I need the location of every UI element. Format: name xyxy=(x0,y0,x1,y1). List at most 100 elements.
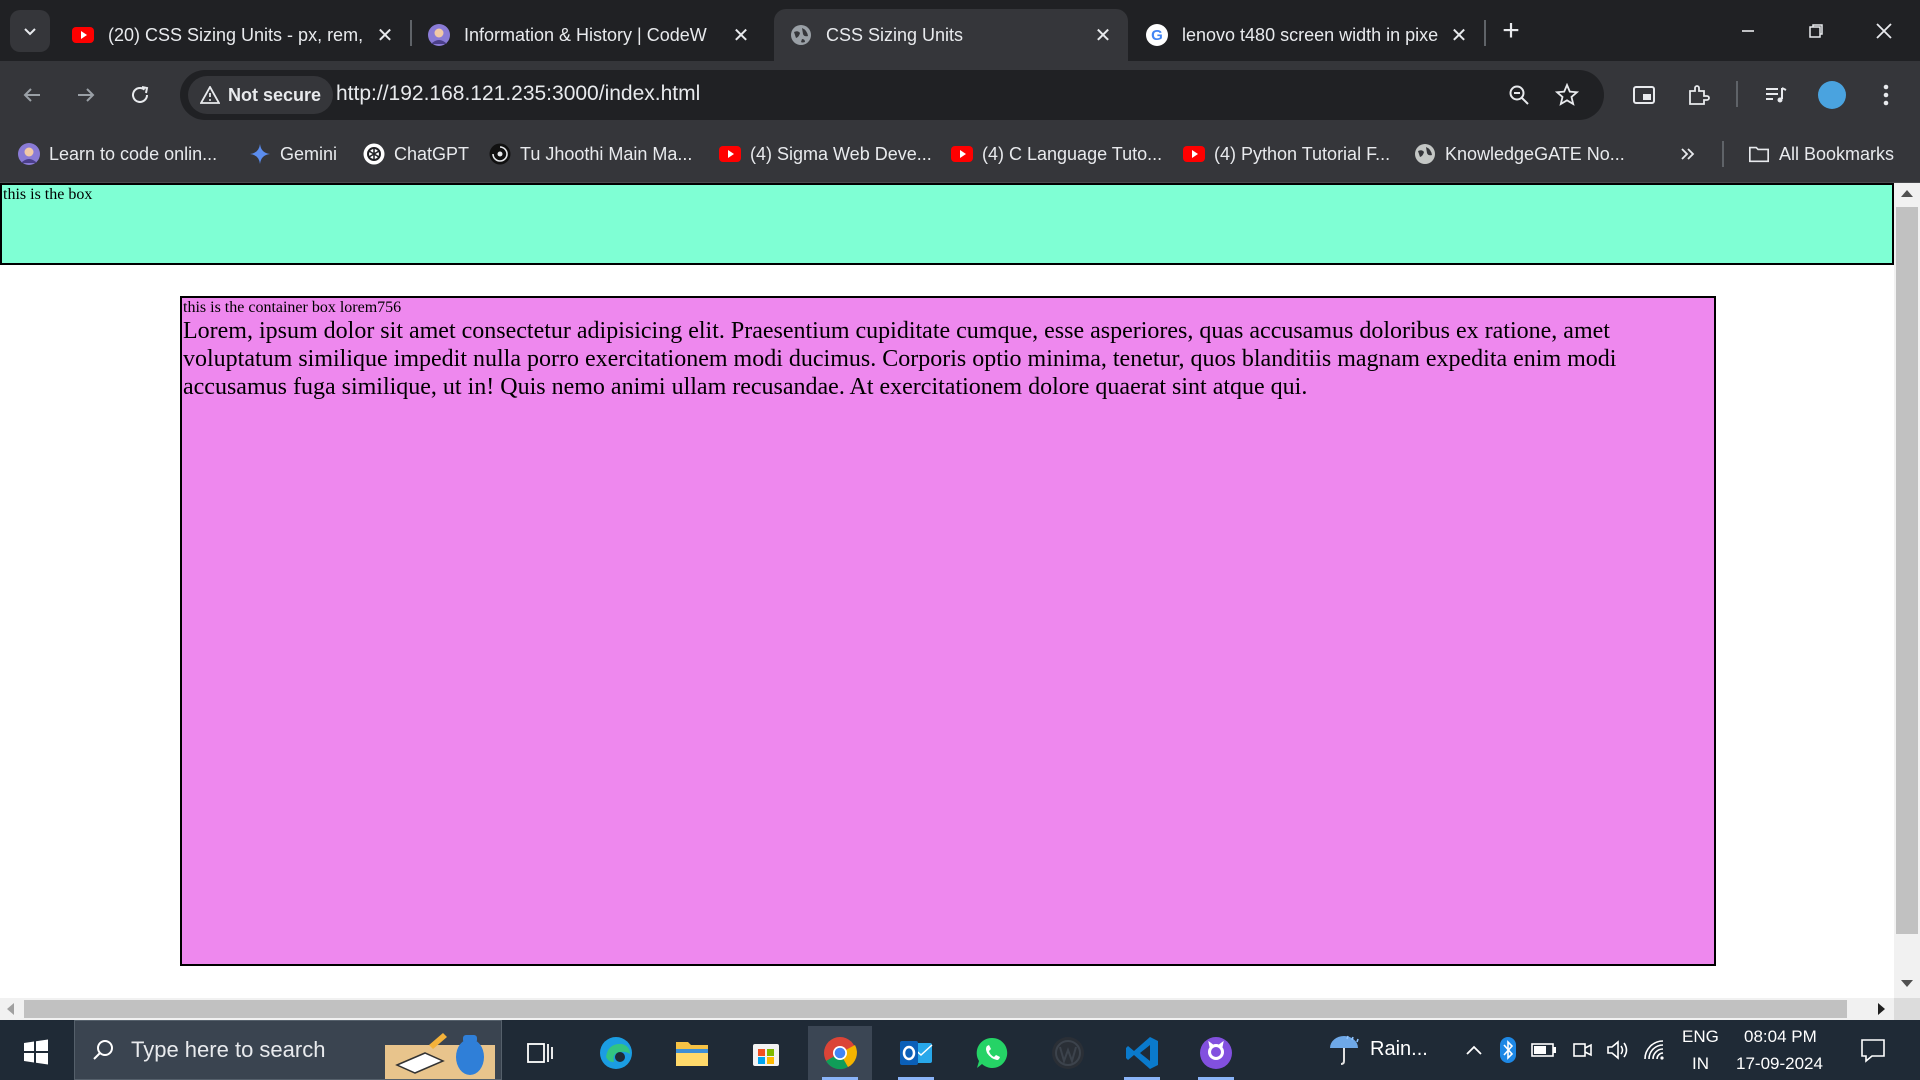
reload-icon[interactable] xyxy=(120,75,160,115)
notifications-icon[interactable] xyxy=(1856,1036,1890,1064)
bookmark-item[interactable]: ChatGPT xyxy=(363,139,469,169)
tab-css-sizing-units[interactable]: CSS Sizing Units ✕ xyxy=(774,9,1128,61)
vertical-scrollbar[interactable] xyxy=(1894,183,1920,998)
weather-rain-icon[interactable] xyxy=(1324,1035,1364,1065)
media-controls-icon[interactable] xyxy=(1758,77,1794,113)
bookmark-star-icon[interactable] xyxy=(1550,78,1584,112)
bookmark-item[interactable]: (4) C Language Tuto... xyxy=(951,139,1162,169)
whatsapp-icon[interactable] xyxy=(960,1026,1024,1080)
search-icon xyxy=(93,1040,113,1060)
back-arrow-icon[interactable] xyxy=(12,75,52,115)
tab-title: lenovo t480 screen width in pixe xyxy=(1182,24,1439,45)
picture-in-picture-icon[interactable] xyxy=(1626,77,1662,113)
horizontal-scrollbar[interactable] xyxy=(0,998,1894,1020)
address-bar[interactable]: Not secure http://192.168.121.235:3000/i… xyxy=(180,70,1604,120)
movie-site-icon xyxy=(489,143,511,165)
wifi-icon[interactable] xyxy=(1640,1036,1668,1064)
close-icon[interactable]: ✕ xyxy=(1448,23,1470,48)
vertical-scroll-thumb[interactable] xyxy=(1896,207,1918,934)
scroll-up-arrow-icon[interactable] xyxy=(1901,190,1913,197)
bookmark-item[interactable]: KnowledgeGATE No... xyxy=(1414,139,1625,169)
windows-start-icon[interactable] xyxy=(14,1032,58,1072)
bluetooth-icon[interactable] xyxy=(1494,1036,1522,1064)
folder-icon xyxy=(1748,143,1770,165)
extensions-puzzle-icon[interactable] xyxy=(1680,77,1716,113)
vscode-icon[interactable] xyxy=(1110,1026,1174,1080)
bookmark-item[interactable]: Gemini xyxy=(249,139,337,169)
close-icon[interactable]: ✕ xyxy=(1092,23,1114,48)
bookmark-label: (4) Sigma Web Deve... xyxy=(750,143,932,164)
codewithharry-avatar-icon xyxy=(18,143,40,165)
github-desktop-icon[interactable] xyxy=(1184,1026,1248,1080)
chatgpt-icon xyxy=(363,143,385,165)
volume-icon[interactable] xyxy=(1604,1036,1632,1064)
youtube-icon xyxy=(719,143,741,165)
aquamarine-box: this is the box xyxy=(0,183,1894,265)
container-heading: this is the container box lorem756 xyxy=(183,299,402,316)
minimize-icon[interactable] xyxy=(1728,14,1768,48)
language-indicator-bottom[interactable]: IN xyxy=(1692,1054,1709,1074)
bookmarks-bar: Learn to code onlin... Gemini ChatGPT Tu… xyxy=(0,127,1920,183)
forward-arrow-icon[interactable] xyxy=(66,75,106,115)
youtube-icon xyxy=(1183,143,1205,165)
site-info-button[interactable]: Not secure xyxy=(188,76,334,114)
tab-title: CSS Sizing Units xyxy=(826,24,964,45)
scrollbar-corner xyxy=(1894,998,1920,1020)
all-bookmarks-button[interactable]: All Bookmarks xyxy=(1748,139,1894,169)
meet-now-icon[interactable] xyxy=(1568,1036,1596,1064)
tab-google-search[interactable]: G lenovo t480 screen width in pixe ✕ xyxy=(1130,9,1484,61)
battery-icon[interactable] xyxy=(1530,1036,1558,1064)
tab-css-sizing-video[interactable]: (20) CSS Sizing Units - px, rem, ✕ xyxy=(56,9,410,61)
chevron-down-icon xyxy=(24,28,36,36)
bookmark-label: Tu Jhoothi Main Ma... xyxy=(520,143,693,164)
codewithharry-avatar-icon xyxy=(428,24,450,46)
file-explorer-icon[interactable] xyxy=(660,1026,724,1080)
chrome-browser-icon[interactable] xyxy=(808,1026,872,1080)
clock-date[interactable]: 17-09-2024 xyxy=(1736,1054,1823,1074)
bookmark-item[interactable]: (4) Python Tutorial F... xyxy=(1183,139,1390,169)
close-icon[interactable]: ✕ xyxy=(374,23,396,48)
taskbar-search-box[interactable]: Type here to search xyxy=(74,1020,502,1080)
bookmark-item[interactable]: Tu Jhoothi Main Ma... xyxy=(489,139,692,169)
language-indicator-top[interactable]: ENG xyxy=(1682,1027,1719,1047)
weather-label[interactable]: Rain... xyxy=(1370,1038,1428,1061)
close-window-icon[interactable] xyxy=(1864,14,1904,48)
clock-time[interactable]: 08:04 PM xyxy=(1744,1027,1817,1047)
browser-toolbar: Not secure http://192.168.121.235:3000/i… xyxy=(0,61,1920,127)
tab-title: (20) CSS Sizing Units - px, rem, xyxy=(108,24,364,45)
bookmark-item[interactable]: Learn to code onlin... xyxy=(18,139,217,169)
windows-taskbar: Type here to search Rain... ENG IN 08:04… xyxy=(0,1020,1920,1080)
page-viewport: this is the box this is the container bo… xyxy=(0,183,1894,998)
microsoft-store-icon[interactable] xyxy=(734,1026,798,1080)
close-icon[interactable]: ✕ xyxy=(730,23,752,48)
show-hidden-icons-chevron-icon[interactable] xyxy=(1460,1036,1488,1064)
box-text: this is the box xyxy=(3,186,93,203)
tab-search-button[interactable] xyxy=(10,10,50,52)
tab-codewithharry[interactable]: Information & History | CodeW ✕ xyxy=(412,9,766,61)
bookmark-label: Gemini xyxy=(280,143,338,164)
zoom-icon[interactable] xyxy=(1502,78,1536,112)
search-highlight-school-icon xyxy=(385,1033,495,1079)
task-view-icon[interactable] xyxy=(508,1026,572,1080)
bookmark-label: Learn to code onlin... xyxy=(49,143,218,164)
scroll-right-arrow-icon[interactable] xyxy=(1878,1003,1885,1015)
toolbar-separator xyxy=(1736,81,1738,107)
outlook-icon[interactable] xyxy=(884,1026,948,1080)
restore-icon[interactable] xyxy=(1796,14,1836,48)
more-menu-icon[interactable] xyxy=(1868,77,1904,113)
bookmark-item[interactable]: (4) Sigma Web Deve... xyxy=(719,139,932,169)
edge-browser-icon[interactable] xyxy=(584,1026,648,1080)
violet-container-box: this is the container box lorem756 Lorem… xyxy=(180,296,1716,966)
tab-separator xyxy=(1484,20,1486,46)
url-text[interactable]: http://192.168.121.235:3000/index.html xyxy=(336,82,700,106)
wordpress-app-icon[interactable] xyxy=(1036,1026,1100,1080)
more-bookmarks-chevron-icon[interactable] xyxy=(1678,139,1698,169)
horizontal-scroll-thumb[interactable] xyxy=(24,1000,1847,1018)
scroll-left-arrow-icon[interactable] xyxy=(7,1003,14,1015)
scroll-down-arrow-icon[interactable] xyxy=(1901,980,1913,987)
svg-text:G: G xyxy=(1151,27,1163,44)
profile-avatar[interactable] xyxy=(1814,77,1850,113)
new-tab-plus-icon[interactable]: + xyxy=(1494,14,1528,48)
youtube-icon xyxy=(72,24,94,46)
search-placeholder: Type here to search xyxy=(131,1037,326,1062)
